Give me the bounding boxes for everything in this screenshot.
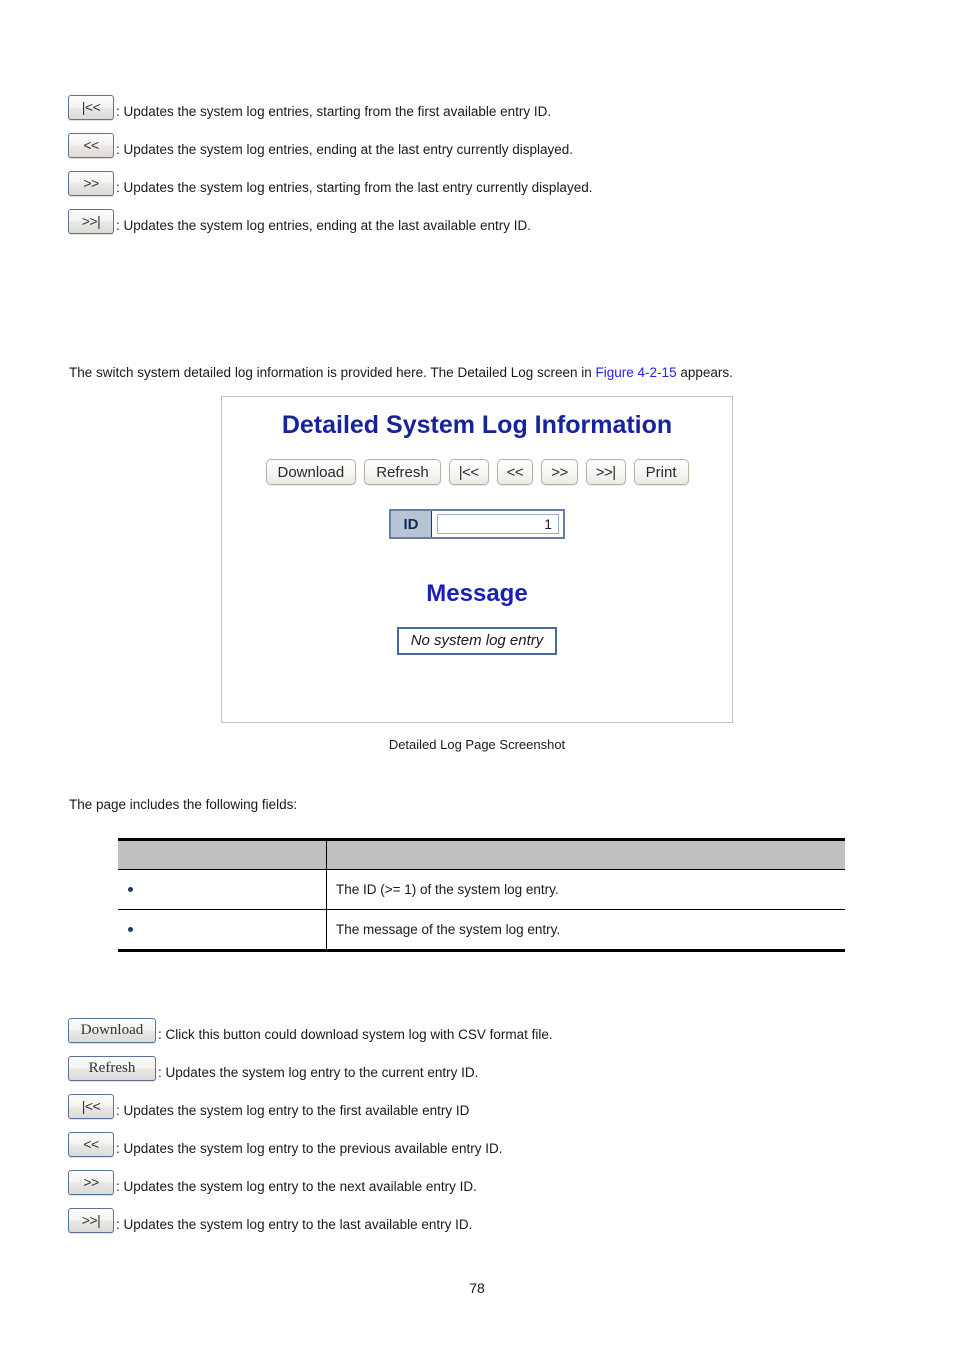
legend-item: Refresh : Updates the system log entry t… [68,1049,888,1087]
last-page-icon[interactable]: >>| [68,208,114,234]
figure-reference-link[interactable]: Figure 4-2-15 [596,365,677,380]
message-heading: Message [426,580,528,607]
legend-item: >>| : Updates the system log entries, en… [68,202,888,240]
legend-description: : Updates the system log entries, starti… [116,180,593,195]
next-page-icon[interactable]: >> [68,170,114,196]
detailed-log-screenshot-figure: Detailed System Log Information Download… [221,396,733,723]
legend-description: : Updates the system log entry to the fi… [116,1103,470,1118]
legend-item: << : Updates the system log entries, end… [68,126,888,164]
intro-text-before: The switch system detailed log informati… [69,365,596,380]
legend-description: : Updates the system log entries, starti… [116,104,552,119]
column-header-object [118,839,327,870]
print-button[interactable]: Print [633,459,689,485]
previous-page-icon[interactable]: << [68,1131,114,1157]
table-cell-description: The ID (>= 1) of the system log entry. [326,869,845,910]
message-row: No system log entry [222,627,732,655]
legend-item: >>| : Updates the system log entry to th… [68,1201,888,1239]
legend-description: : Updates the system log entry to the pr… [116,1141,503,1156]
legend-description: : Updates the system log entry to the cu… [158,1065,479,1080]
table-body: The ID (>= 1) of the system log entry. T… [118,869,845,951]
intro-text-after: appears. [676,365,733,380]
bullet-icon [128,927,133,932]
legend-item: << : Updates the system log entry to the… [68,1125,888,1163]
page-title: Detailed System Log Information [281,411,673,439]
document-page: |<< : Updates the system log entries, st… [0,0,954,1350]
toolbar: Download Refresh |<< << >> >>| Print [222,459,732,485]
first-page-icon[interactable]: |<< [68,94,114,120]
fields-intro-text: The page includes the following fields: [69,797,298,812]
message-value: No system log entry [396,627,558,655]
figure-caption: Detailed Log Page Screenshot [388,737,566,752]
table-cell-description: The message of the system log entry. [326,909,845,951]
table-cell-object [118,909,327,951]
next-page-icon[interactable]: >> [68,1169,114,1195]
legend-item: |<< : Updates the system log entry to th… [68,1087,888,1125]
table-row: The message of the system log entry. [118,909,845,951]
table-cell-object [118,869,327,910]
last-page-icon[interactable]: >>| [68,1207,114,1233]
bullet-wrapper [128,927,326,932]
table-header-row [118,839,845,870]
legend-item: |<< : Updates the system log entries, st… [68,88,888,126]
first-page-button[interactable]: |<< [448,459,489,485]
page-number: 78 [469,1280,485,1296]
id-row: ID [222,509,732,539]
legend-description: : Updates the system log entry to the ne… [116,1179,477,1194]
legend-item: >> : Updates the system log entry to the… [68,1163,888,1201]
bottom-button-legend-list: Download : Click this button could downl… [68,1011,888,1239]
table-row: The ID (>= 1) of the system log entry. [118,869,845,910]
intro-paragraph: The switch system detailed log informati… [69,364,733,382]
legend-item: Download : Click this button could downl… [68,1011,888,1049]
previous-page-icon[interactable]: << [68,132,114,158]
bullet-wrapper [128,887,326,892]
legend-description: : Click this button could download syste… [158,1027,553,1042]
fields-table: The ID (>= 1) of the system log entry. T… [118,838,845,952]
first-page-icon[interactable]: |<< [68,1093,114,1119]
download-button[interactable]: Download [265,459,357,485]
column-header-description [326,839,845,870]
refresh-icon[interactable]: Refresh [68,1055,156,1081]
id-label: ID [391,511,432,537]
legend-item: >> : Updates the system log entries, sta… [68,164,888,202]
legend-description: : Updates the system log entry to the la… [116,1217,473,1232]
next-page-button[interactable]: >> [541,459,578,485]
id-field-group: ID [389,509,565,539]
download-icon[interactable]: Download [68,1017,156,1043]
bullet-icon [128,887,133,892]
legend-description: : Updates the system log entries, ending… [116,142,573,157]
table-header [118,839,845,870]
id-input[interactable] [437,514,559,534]
last-page-button[interactable]: >>| [585,459,626,485]
previous-page-button[interactable]: << [496,459,534,485]
legend-description: : Updates the system log entries, ending… [116,218,531,233]
refresh-button[interactable]: Refresh [364,459,441,485]
top-button-legend-list: |<< : Updates the system log entries, st… [68,88,888,240]
